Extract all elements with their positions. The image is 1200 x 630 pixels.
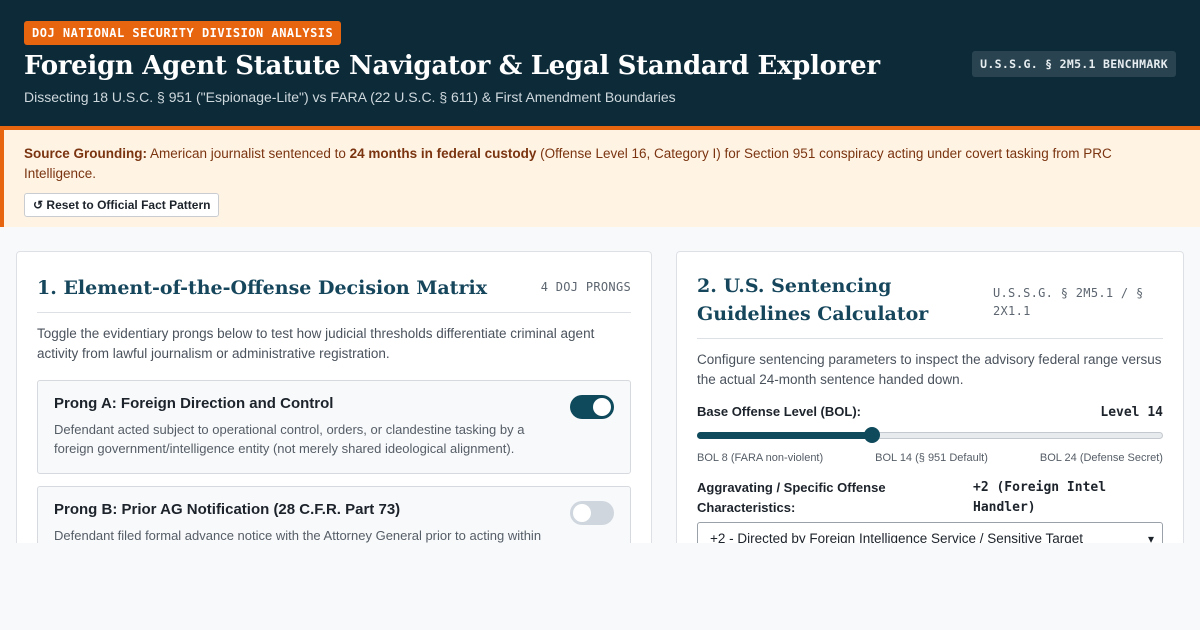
prong-b-title: Prong B: Prior AG Notification (28 C.F.R… bbox=[54, 501, 401, 518]
bol-value: Level 14 bbox=[1100, 405, 1163, 420]
calculator-description: Configure sentencing parameters to inspe… bbox=[697, 352, 1162, 387]
reset-icon: ↺ bbox=[33, 198, 44, 212]
decision-matrix-card: 1. Element-of-the-Offense Decision Matri… bbox=[16, 251, 652, 543]
tick-label: BOL 8 (FARA non-violent) bbox=[697, 452, 824, 464]
aggravating-select[interactable]: +2 - Directed by Foreign Intelligence Se… bbox=[697, 522, 1163, 543]
toggle-knob bbox=[573, 504, 591, 522]
notice-text: Source Grounding: American journalist se… bbox=[24, 144, 1180, 184]
chevron-down-icon: ▾ bbox=[1147, 532, 1154, 543]
prong-a-toggle[interactable] bbox=[570, 395, 614, 419]
bol-row: Base Offense Level (BOL): Level 14 bbox=[697, 404, 1163, 420]
sentencing-calculator-card: 2. U.S. Sentencing Guidelines Calculator… bbox=[676, 251, 1184, 543]
tick-label: BOL 14 (§ 951 Default) bbox=[875, 452, 988, 464]
notice-label: Source Grounding: bbox=[24, 146, 147, 161]
matrix-description: Toggle the evidentiary prongs below to t… bbox=[37, 326, 595, 361]
calculator-tag: U.S.S.G. § 2M5.1 / § 2X1.1 bbox=[993, 286, 1144, 318]
division-badge: DOJ NATIONAL SECURITY DIVISION ANALYSIS bbox=[24, 21, 342, 45]
toggle-knob bbox=[593, 398, 611, 416]
prong-a-title: Prong A: Foreign Direction and Control bbox=[54, 395, 334, 412]
calculator-card-header: 2. U.S. Sentencing Guidelines Calculator… bbox=[697, 272, 1163, 339]
page-subtitle: Dissecting 18 U.S.C. § 951 ("Espionage-L… bbox=[24, 89, 676, 105]
prong-b-description: Defendant filed formal advance notice wi… bbox=[54, 528, 542, 543]
prong-a-description: Defendant acted subject to operational c… bbox=[54, 422, 525, 456]
bol-slider[interactable] bbox=[697, 426, 1163, 444]
prong-card-a: Prong A: Foreign Direction and Control D… bbox=[37, 380, 631, 474]
notice-emphasis: 24 months in federal custody bbox=[349, 146, 537, 161]
slider-thumb[interactable] bbox=[863, 427, 880, 443]
main-content: 1. Element-of-the-Offense Decision Matri… bbox=[0, 227, 1200, 543]
aggravating-label: Aggravating / Specific Offense Character… bbox=[697, 480, 886, 515]
calculator-title: 2. U.S. Sentencing Guidelines Calculator bbox=[697, 275, 929, 325]
aggravating-value: +2 (Foreign Intel Handler) bbox=[973, 480, 1107, 515]
bol-ticks: BOL 8 (FARA non-violent) BOL 14 (§ 951 D… bbox=[697, 452, 1163, 464]
aggravating-selected-option: +2 - Directed by Foreign Intelligence Se… bbox=[710, 531, 1084, 543]
reset-button-label: Reset to Official Fact Pattern bbox=[46, 198, 211, 212]
bol-label: Base Offense Level (BOL): bbox=[697, 404, 861, 419]
page-header: DOJ NATIONAL SECURITY DIVISION ANALYSIS … bbox=[0, 0, 1200, 126]
aggravating-row: Aggravating / Specific Offense Character… bbox=[697, 478, 1163, 518]
benchmark-badge: U.S.S.G. § 2M5.1 BENCHMARK bbox=[972, 51, 1176, 77]
matrix-tag: 4 DOJ PRONGS bbox=[540, 280, 631, 294]
matrix-card-header: 1. Element-of-the-Offense Decision Matri… bbox=[37, 274, 631, 313]
reset-button[interactable]: ↺ Reset to Official Fact Pattern bbox=[24, 193, 220, 217]
source-grounding-notice: Source Grounding: American journalist se… bbox=[0, 126, 1200, 227]
tick-label: BOL 24 (Defense Secret) bbox=[1039, 452, 1163, 464]
notice-text-before: American journalist sentenced to bbox=[147, 146, 350, 161]
slider-fill bbox=[697, 432, 872, 439]
prong-card-b: Prong B: Prior AG Notification (28 C.F.R… bbox=[37, 486, 631, 543]
prong-b-toggle[interactable] bbox=[570, 501, 614, 525]
matrix-title: 1. Element-of-the-Offense Decision Matri… bbox=[37, 277, 488, 299]
